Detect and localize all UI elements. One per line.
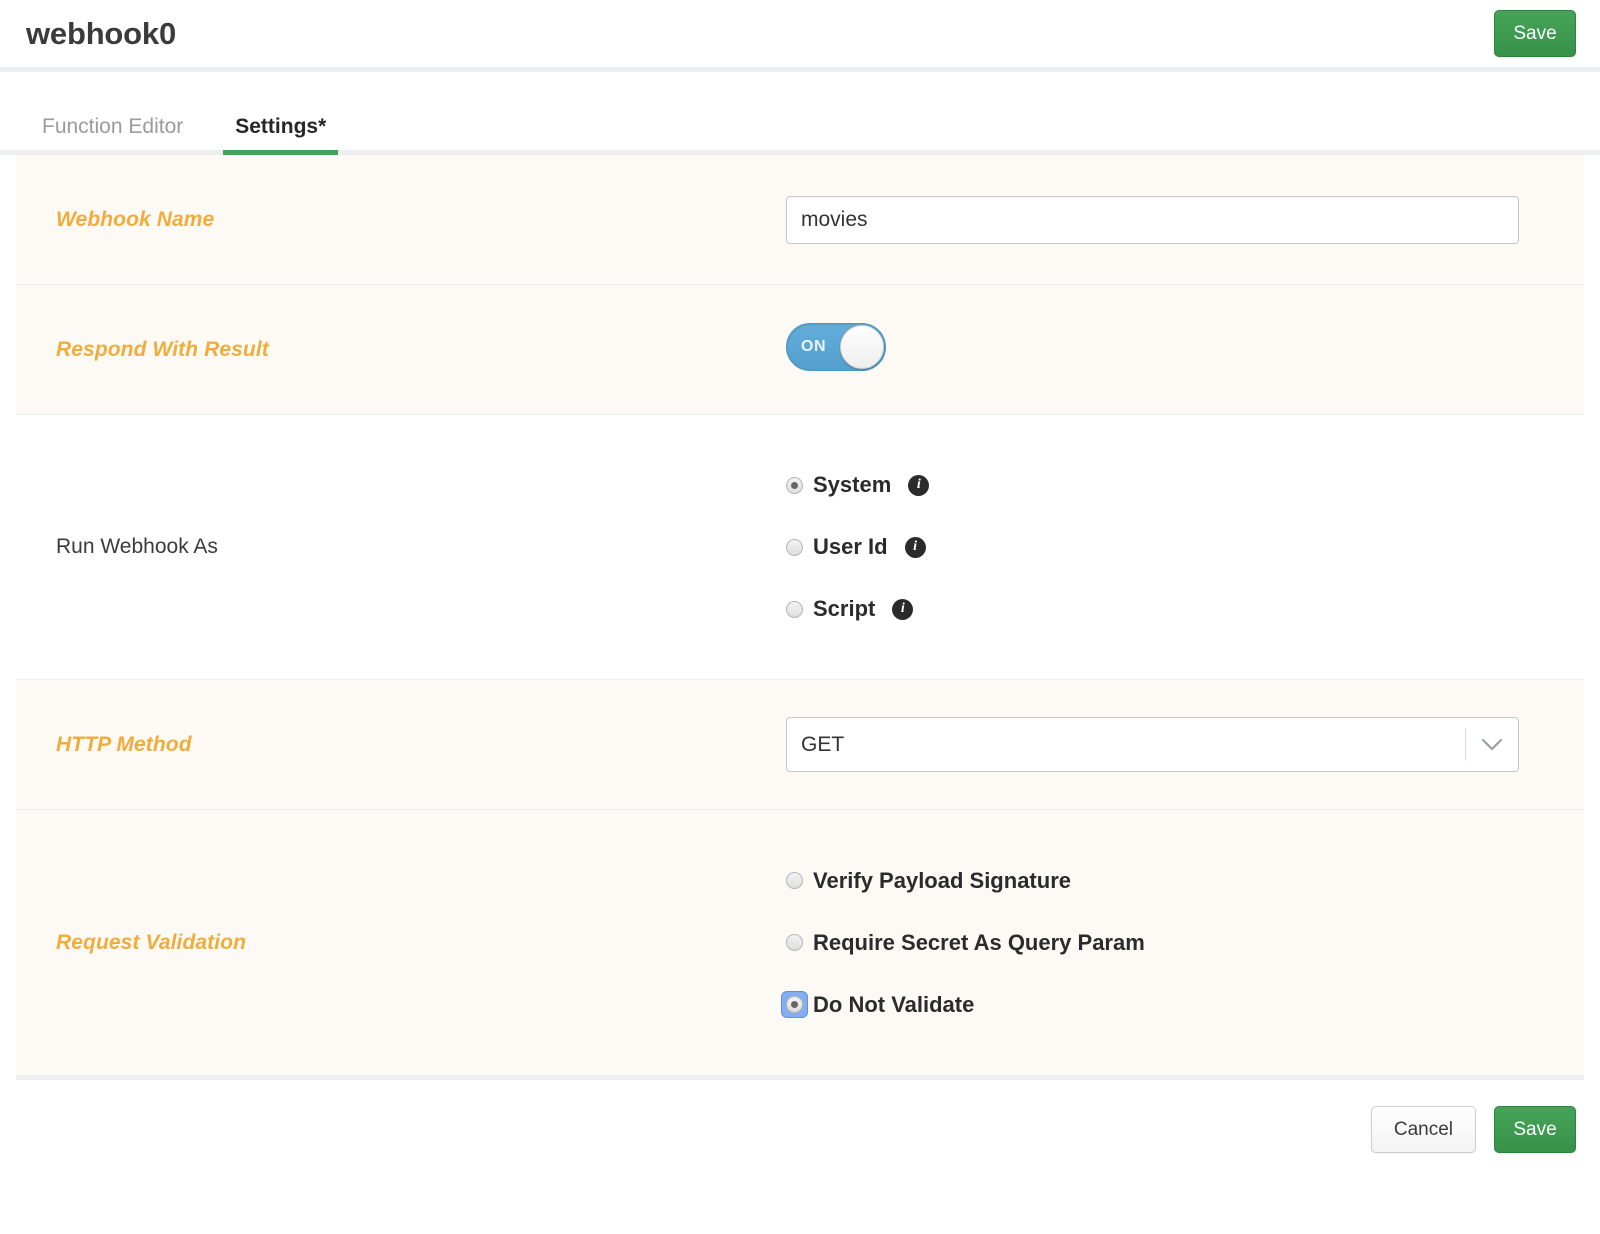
respond-with-result-label: Respond With Result (56, 337, 269, 361)
row-run-webhook-as: Run Webhook As System i User Id i Script… (16, 415, 1584, 680)
respond-with-result-label-cell: Respond With Result (16, 338, 786, 362)
http-method-control: GET (786, 717, 1599, 772)
radio-label-user-id: User Id (813, 534, 888, 559)
radio-require-secret-as-query-param[interactable]: Require Secret As Query Param (786, 912, 1504, 974)
radio-label-require-secret-as-query-param: Require Secret As Query Param (813, 929, 1145, 955)
cancel-button[interactable]: Cancel (1370, 1106, 1476, 1153)
header-save-button[interactable]: Save (1494, 10, 1576, 57)
footer-save-button[interactable]: Save (1494, 1106, 1576, 1153)
request-validation-label: Request Validation (56, 930, 247, 954)
request-validation-control: Verify Payload Signature Require Secret … (782, 850, 1584, 1036)
radio-verify-payload-signature[interactable]: Verify Payload Signature (786, 850, 1504, 912)
webhook-name-label: Webhook Name (56, 207, 215, 231)
run-webhook-as-radio-group: System i User Id i Script i (786, 454, 1504, 640)
radio-wrap-user-id (786, 538, 803, 556)
chevron-down-icon[interactable] (1466, 738, 1518, 752)
info-icon-system[interactable]: i (908, 474, 930, 496)
row-respond-with-result: Respond With Result ON (16, 285, 1584, 415)
webhook-name-input[interactable] (786, 195, 1519, 244)
toggle-knob (840, 325, 884, 369)
radio-do-not-validate[interactable]: Do Not Validate (782, 974, 1504, 1036)
tab-settings[interactable]: Settings* (209, 116, 352, 155)
radio-label-system: System (813, 472, 892, 497)
radio-run-as-user-id[interactable]: User Id i (786, 516, 1504, 578)
respond-with-result-toggle[interactable]: ON (786, 323, 886, 371)
run-webhook-as-label-cell: Run Webhook As (16, 535, 786, 559)
radio-wrap-verify-payload-signature (786, 872, 803, 889)
radio-wrap-script (786, 600, 803, 618)
radio-label-verify-payload-signature: Verify Payload Signature (813, 867, 1071, 893)
radio-run-as-system[interactable]: System i (786, 454, 1504, 516)
webhook-settings-page: webhook0 Save Function Editor Settings* … (0, 0, 1600, 1234)
radio-label-do-not-validate: Do Not Validate (813, 991, 975, 1017)
footer-actions: Cancel Save (0, 1080, 1600, 1153)
webhook-name-control (786, 195, 1599, 244)
http-method-selected-value: GET (801, 732, 845, 756)
webhook-name-label-cell: Webhook Name (16, 208, 786, 232)
radio-button-require-secret-as-query-param[interactable] (786, 934, 803, 951)
radio-wrap-system (786, 476, 803, 494)
radio-run-as-script[interactable]: Script i (786, 578, 1504, 640)
info-icon-script[interactable]: i (892, 598, 914, 620)
info-icon-user-id[interactable]: i (904, 536, 926, 558)
respond-with-result-control: ON (786, 323, 1584, 376)
radio-wrap-do-not-validate (782, 992, 807, 1017)
settings-panel: Webhook Name Respond With Result ON Run … (16, 155, 1584, 1080)
radio-wrap-require-secret-as-query-param (786, 934, 803, 951)
row-webhook-name: Webhook Name (16, 155, 1584, 285)
run-webhook-as-control: System i User Id i Script i (786, 454, 1584, 640)
radio-button-user-id[interactable] (786, 538, 803, 556)
request-validation-label-cell: Request Validation (16, 931, 786, 955)
radio-button-system[interactable] (786, 476, 803, 494)
tab-bar: Function Editor Settings* (0, 72, 1600, 155)
http-method-label: HTTP Method (56, 732, 192, 756)
page-header: webhook0 Save (0, 0, 1600, 72)
row-request-validation: Request Validation Verify Payload Signat… (16, 810, 1584, 1075)
tab-function-editor[interactable]: Function Editor (16, 116, 209, 150)
radio-label-script: Script (813, 596, 876, 621)
radio-button-do-not-validate[interactable] (786, 996, 803, 1013)
run-webhook-as-label: Run Webhook As (56, 535, 218, 558)
toggle-state-label: ON (801, 338, 827, 355)
radio-button-verify-payload-signature[interactable] (786, 872, 803, 889)
row-http-method: HTTP Method GET (16, 680, 1584, 810)
http-method-label-cell: HTTP Method (16, 733, 786, 757)
http-method-select[interactable]: GET (786, 717, 1519, 772)
request-validation-radio-group: Verify Payload Signature Require Secret … (782, 850, 1504, 1036)
radio-button-script[interactable] (786, 600, 803, 618)
page-title: webhook0 (26, 16, 176, 51)
